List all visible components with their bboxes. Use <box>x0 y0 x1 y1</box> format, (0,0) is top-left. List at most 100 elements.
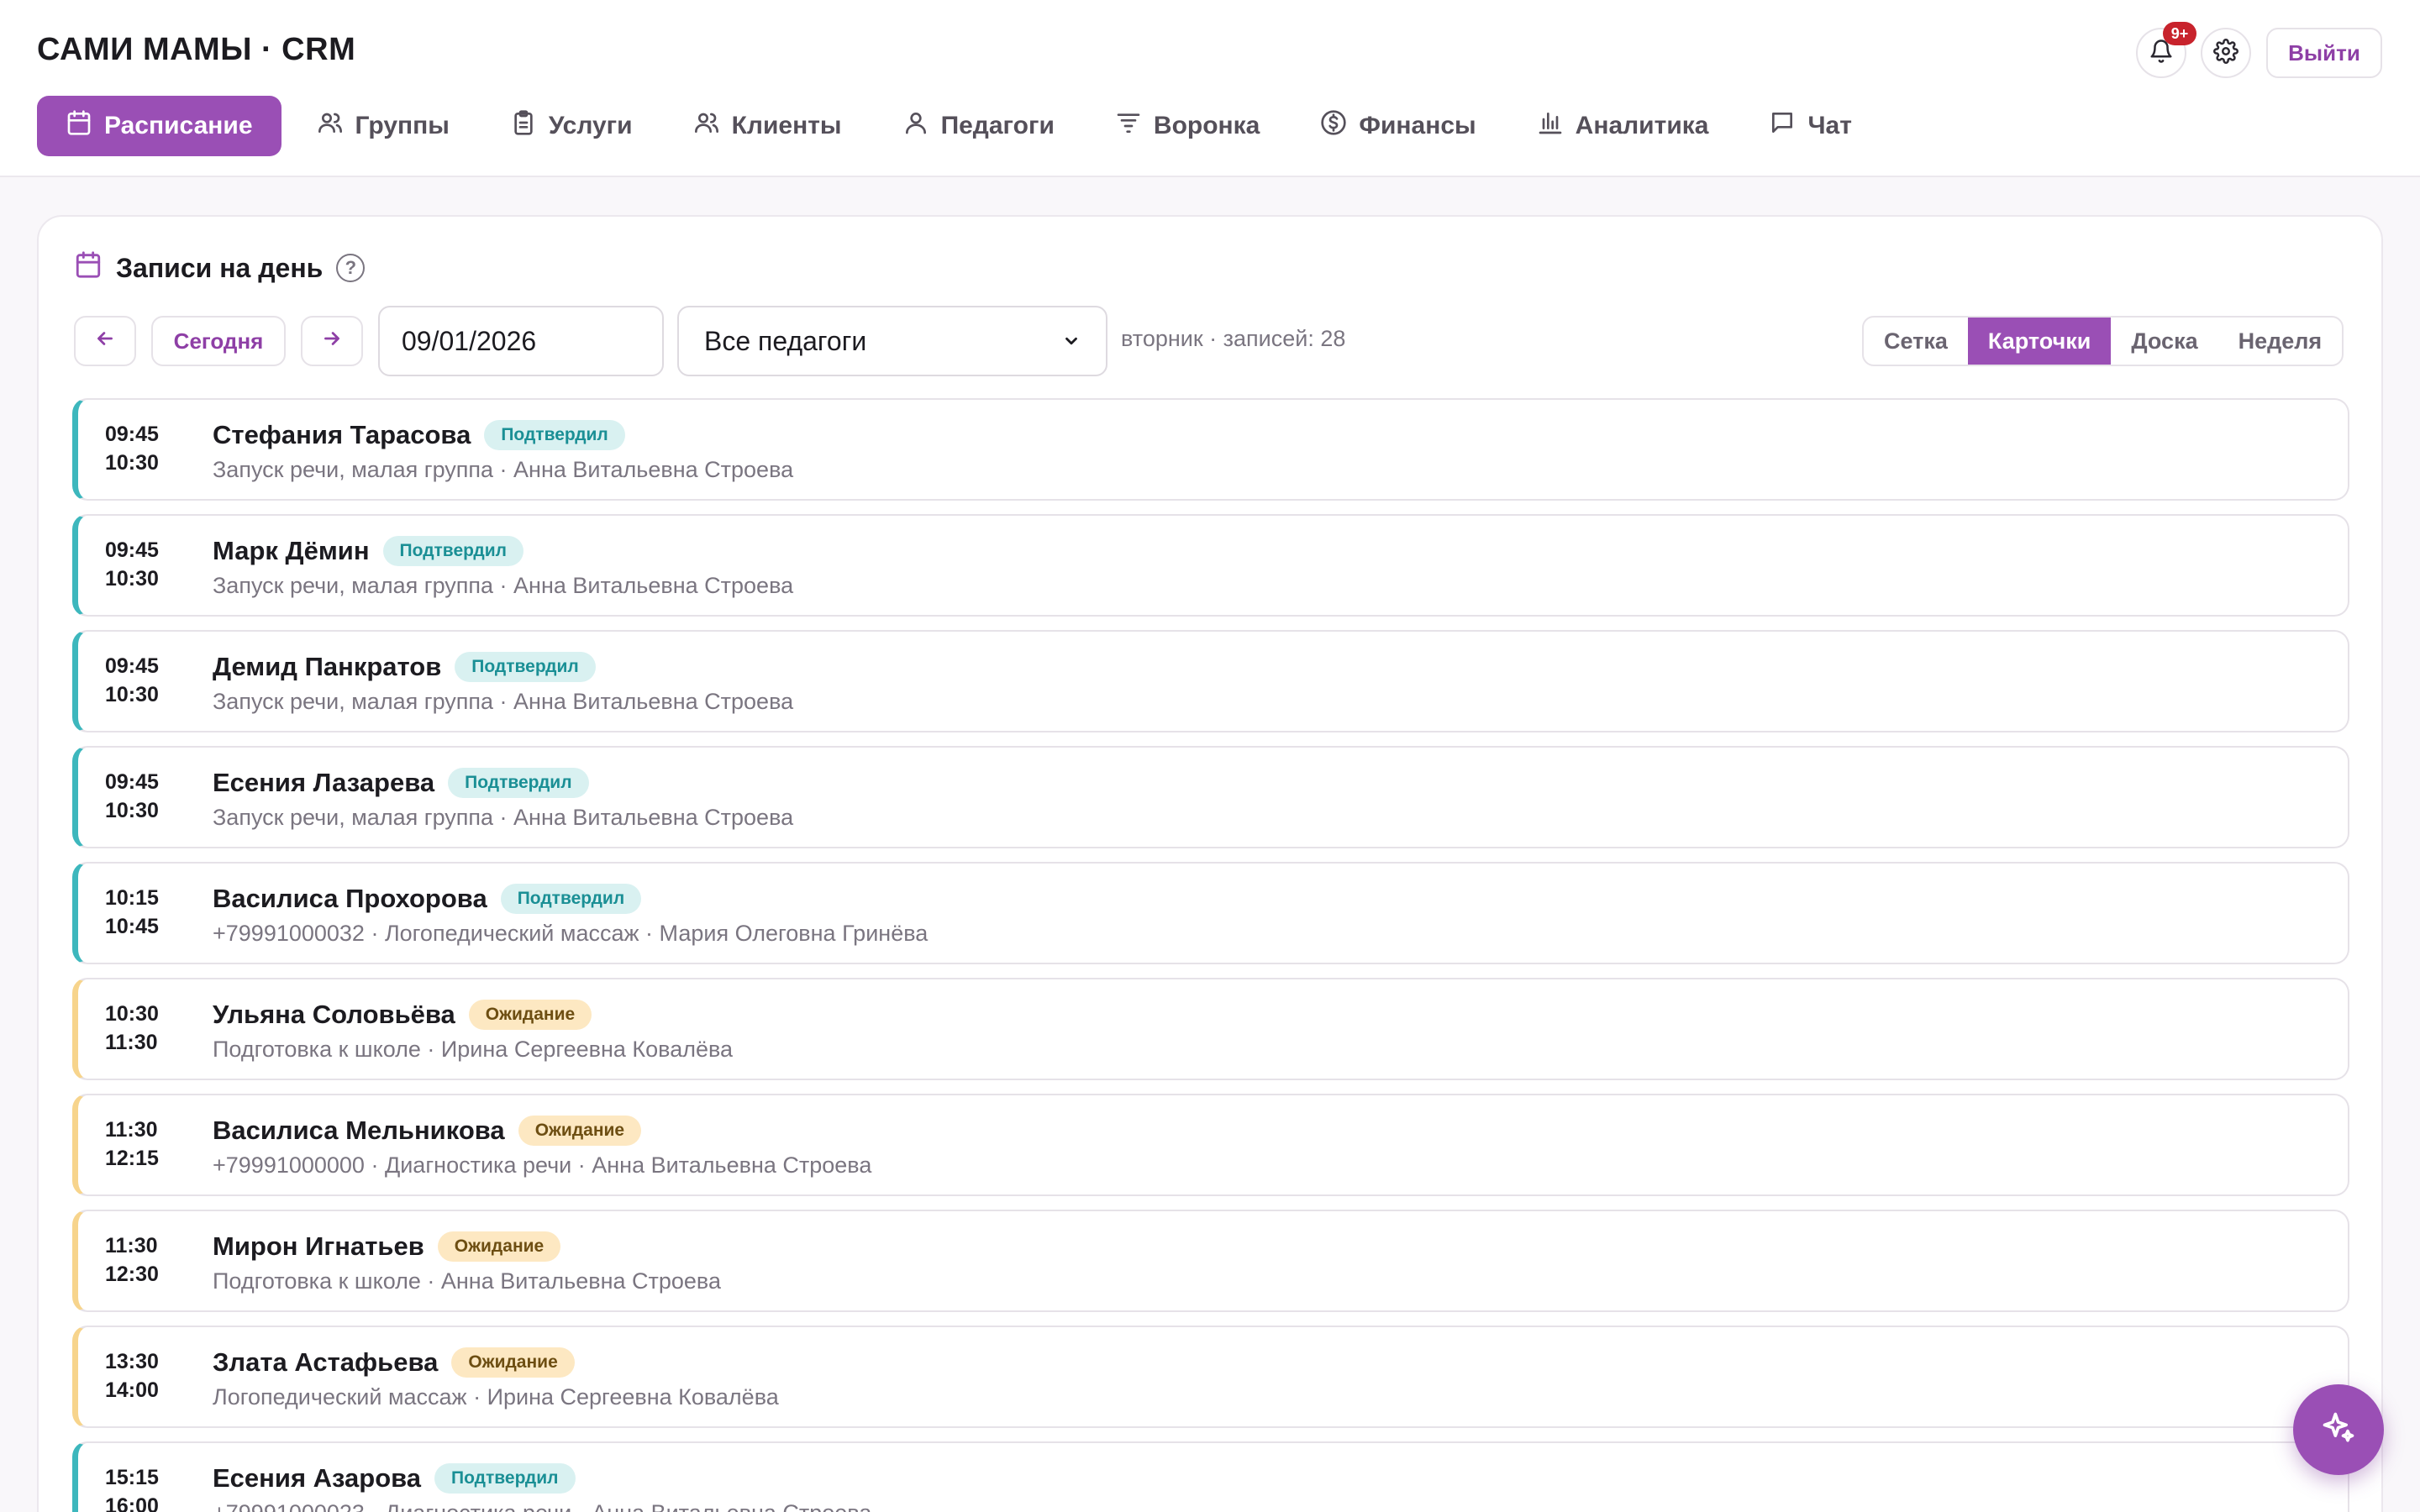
appointment-time: 11:30 12:15 <box>105 1118 159 1170</box>
gear-icon <box>2213 38 2238 68</box>
nav-item-schedule[interactable]: Расписание <box>37 96 281 156</box>
bar-chart-icon <box>1537 109 1564 143</box>
status-badge: Ожидание <box>518 1116 642 1146</box>
client-name: Василиса Мельникова <box>213 1116 505 1145</box>
calendar-icon <box>74 250 103 286</box>
appointment-details: +79991000023 · Диагностика речи · Анна В… <box>213 1500 871 1512</box>
nav-item-analytics[interactable]: Аналитика <box>1512 96 1734 156</box>
nav-item-label: Воронка <box>1153 112 1260 139</box>
nav-item-clients[interactable]: Клиенты <box>668 96 867 156</box>
appointment-details: Запуск речи, малая группа · Анна Виталье… <box>213 573 794 598</box>
client-name: Демид Панкратов <box>213 652 442 681</box>
nav-item-label: Клиенты <box>731 112 842 139</box>
nav-item-label: Финансы <box>1359 112 1476 139</box>
day-summary: вторник · записей: 28 <box>1121 326 1346 351</box>
client-name: Мирон Игнатьев <box>213 1231 424 1261</box>
nav-item-funnel[interactable]: Воронка <box>1090 96 1285 156</box>
nav-item-finance[interactable]: Финансы <box>1295 96 1501 156</box>
view-week-button[interactable]: Неделя <box>2218 318 2343 365</box>
settings-button[interactable] <box>2201 28 2251 78</box>
appointment-details: Логопедический массаж · Ирина Сергеевна … <box>213 1384 779 1410</box>
status-badge: Ожидание <box>451 1347 575 1378</box>
view-grid-button[interactable]: Сетка <box>1864 318 1968 365</box>
status-badge: Подтвердил <box>434 1463 576 1494</box>
appointment-card[interactable]: 09:45 10:30 Есения Лазарева Подтвердил Запу… <box>72 746 2349 848</box>
nav-item-label: Аналитика <box>1575 112 1709 139</box>
app-title: САМИ МАМЫ · CRM <box>37 32 356 67</box>
status-badge: Ожидание <box>468 1000 592 1030</box>
section-header: Записи на день ? <box>74 250 366 286</box>
appointment-details: Запуск речи, малая группа · Анна Виталье… <box>213 805 794 830</box>
appointment-details: Подготовка к школе · Ирина Сергеевна Ков… <box>213 1037 734 1062</box>
view-board-button[interactable]: Доска <box>2111 318 2217 365</box>
calendar-icon <box>66 109 92 143</box>
ai-assistant-button[interactable] <box>2293 1384 2384 1475</box>
help-icon[interactable]: ? <box>336 254 366 282</box>
appointment-details: +79991000032 · Логопедический массаж · М… <box>213 921 929 946</box>
appointment-card[interactable]: 11:30 12:30 Мирон Игнатьев Ожидание Подгото… <box>72 1210 2349 1312</box>
client-name: Злата Астафьева <box>213 1347 439 1377</box>
appointment-card[interactable]: 15:1516:00 Есения Азарова Подтвердил +7999… <box>72 1441 2349 1512</box>
sparkle-icon <box>2320 1410 2357 1451</box>
appointment-card[interactable]: 09:45 10:30 Демид Панкратов Подтвердил Запу… <box>72 630 2349 732</box>
appointment-details: Запуск речи, малая группа · Анна Виталье… <box>213 457 794 482</box>
status-badge: Подтвердил <box>382 536 524 566</box>
arrow-right-icon <box>321 328 343 355</box>
appointment-time: 09:45 10:30 <box>105 423 159 475</box>
appointment-time: 11:30 12:30 <box>105 1234 159 1286</box>
appointment-card[interactable]: 10:15 10:45 Василиса Прохорова Подтвердил +… <box>72 862 2349 964</box>
status-badge: Подтвердил <box>455 652 596 682</box>
view-switcher: Сетка Карточки Доска Неделя <box>1862 316 2344 366</box>
appointment-time: 10:15 10:45 <box>105 886 159 938</box>
appointment-time: 09:45 10:30 <box>105 770 159 822</box>
appointment-card[interactable]: 10:30 11:30 Ульяна Соловьёва Ожидание Подго… <box>72 978 2349 1080</box>
appointment-card[interactable]: 09:45 10:30 Марк Дёмин Подтвердил Запуск ре… <box>72 514 2349 617</box>
notification-count-badge: 9+ <box>2163 22 2196 45</box>
appointment-time: 10:30 11:30 <box>105 1002 159 1054</box>
schedule-card: Записи на день ? Сегодня Все педагоги вт… <box>37 215 2383 1512</box>
nav-item-label: Расписание <box>104 112 253 139</box>
arrow-left-icon <box>94 328 116 355</box>
client-name: Есения Азарова <box>213 1463 422 1493</box>
nav-item-groups[interactable]: Группы <box>292 96 475 156</box>
chevron-down-icon <box>1062 326 1081 357</box>
nav-item-label: Услуги <box>548 112 633 139</box>
appointment-time: 09:45 10:30 <box>105 538 159 591</box>
notifications-button[interactable]: 9+ <box>2136 22 2196 78</box>
user-icon <box>902 109 929 143</box>
client-name: Стефания Тарасова <box>213 420 471 449</box>
client-name: Ульяна Соловьёва <box>213 1000 455 1029</box>
appointment-details: +79991000000 · Диагностика речи · Анна В… <box>213 1152 872 1178</box>
today-button[interactable]: Сегодня <box>151 316 286 366</box>
view-cards-button[interactable]: Карточки <box>1967 318 2112 365</box>
users-icon <box>317 109 344 143</box>
appointment-card[interactable]: 09:45 10:30 Стефания Тарасова Подтвердил За… <box>72 398 2349 501</box>
logout-button[interactable]: Выйти <box>2266 28 2382 78</box>
teacher-filter-select[interactable]: Все педагоги <box>677 306 1107 376</box>
appointment-card[interactable]: 11:30 12:15 Василиса Мельникова Ожидание +7… <box>72 1094 2349 1196</box>
status-badge: Ожидание <box>437 1231 561 1262</box>
main-nav: Расписание Группы Услуги Клиенты Педагог… <box>37 96 1887 156</box>
dollar-circle-icon <box>1320 109 1347 143</box>
next-day-button[interactable] <box>301 316 363 366</box>
nav-item-teachers[interactable]: Педагоги <box>877 96 1080 156</box>
nav-item-label: Чат <box>1807 112 1852 139</box>
nav-item-services[interactable]: Услуги <box>485 96 658 156</box>
client-name: Марк Дёмин <box>213 536 370 565</box>
status-badge: Подтвердил <box>500 884 642 914</box>
appointment-card[interactable]: 13:30 14:00 Злата Астафьева Ожидание Логопе… <box>72 1326 2349 1428</box>
appointment-details: Запуск речи, малая группа · Анна Виталье… <box>213 689 794 714</box>
users-icon <box>693 109 720 143</box>
clipboard-icon <box>510 109 537 143</box>
appointments-list: 09:45 10:30 Стефания Тарасова Подтвердил За… <box>72 398 2349 1512</box>
appointment-details: Подготовка к школе · Анна Витальевна Стр… <box>213 1268 721 1294</box>
top-header: САМИ МАМЫ · CRM 9+ Выйти Расписание Груп… <box>0 0 2420 177</box>
appointment-time: 09:45 10:30 <box>105 654 159 706</box>
previous-day-button[interactable] <box>74 316 136 366</box>
section-title: Записи на день <box>116 252 324 283</box>
nav-item-chat[interactable]: Чат <box>1744 96 1876 156</box>
client-name: Василиса Прохорова <box>213 884 487 913</box>
chat-icon <box>1769 109 1796 143</box>
nav-item-label: Группы <box>355 112 450 139</box>
date-input[interactable] <box>378 306 664 376</box>
